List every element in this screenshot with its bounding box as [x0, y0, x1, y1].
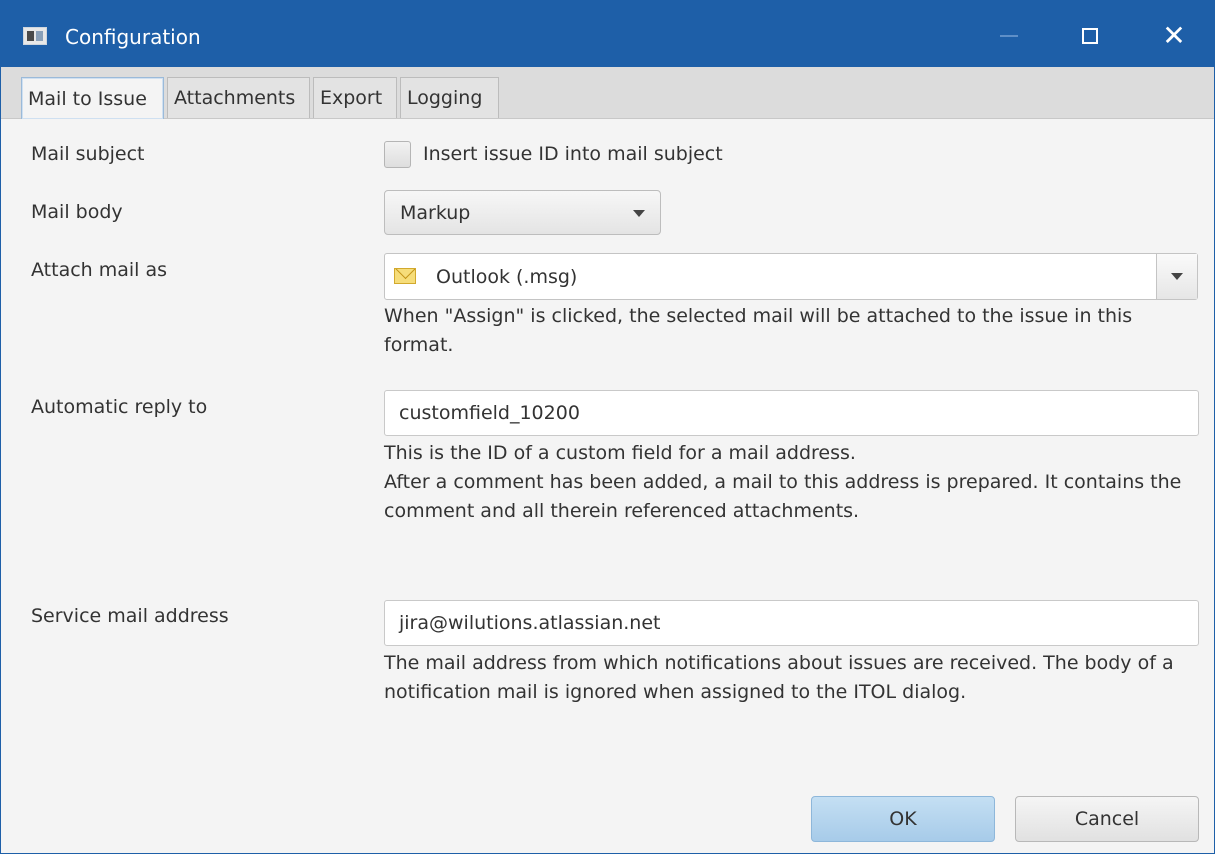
insert-issue-id-checkbox[interactable] [384, 141, 411, 168]
automatic-reply-to-hint-1: This is the ID of a custom field for a m… [384, 442, 856, 464]
automatic-reply-to-input[interactable]: customfield_10200 [384, 390, 1199, 436]
chevron-down-icon [633, 210, 645, 217]
tab-mail-to-issue[interactable]: Mail to Issue [21, 77, 164, 119]
minimize-button[interactable] [986, 19, 1032, 53]
service-mail-address-hint: The mail address from which notification… [384, 652, 1174, 703]
app-icon [23, 27, 47, 45]
service-mail-address-input[interactable]: jira@wilutions.atlassian.net [384, 600, 1199, 646]
tab-attachments[interactable]: Attachments [167, 77, 310, 118]
ok-button[interactable]: OK [811, 796, 995, 842]
chevron-down-icon [1171, 273, 1183, 280]
attach-mail-as-hint: When "Assign" is clicked, the selected m… [384, 305, 1133, 356]
window-title: Configuration [65, 25, 201, 49]
automatic-reply-to-hint-2: After a comment has been added, a mail t… [384, 471, 1182, 522]
tab-label: Attachments [174, 87, 296, 109]
mail-body-select[interactable]: Markup [384, 190, 661, 235]
tab-label: Logging [407, 87, 483, 109]
tab-label: Export [320, 87, 383, 109]
cancel-button[interactable]: Cancel [1015, 796, 1199, 842]
tab-export[interactable]: Export [313, 77, 397, 118]
cancel-button-label: Cancel [1074, 808, 1140, 830]
attach-mail-as-select[interactable]: Outlook (.msg) [384, 253, 1198, 300]
mail-body-label: Mail body [31, 201, 123, 223]
attach-mail-as-value: Outlook (.msg) [436, 266, 578, 288]
minimize-icon [1000, 35, 1018, 37]
title-bar[interactable]: Configuration ✕ [1, 1, 1214, 67]
tab-bar: Mail to Issue Attachments Export Logging [1, 67, 1214, 119]
attach-mail-as-dropdown-button[interactable] [1156, 254, 1197, 299]
automatic-reply-to-label: Automatic reply to [31, 396, 208, 418]
attach-mail-as-label: Attach mail as [31, 259, 168, 281]
tab-label: Mail to Issue [28, 87, 147, 110]
close-icon: ✕ [1162, 19, 1186, 52]
configuration-dialog: Configuration ✕ Mail to Issue Attachment… [0, 0, 1215, 854]
service-mail-address-value: jira@wilutions.atlassian.net [399, 612, 661, 634]
maximize-icon [1082, 28, 1098, 44]
maximize-button[interactable] [1067, 19, 1113, 53]
tab-logging[interactable]: Logging [400, 77, 499, 118]
insert-issue-id-label[interactable]: Insert issue ID into mail subject [423, 143, 723, 165]
mail-subject-label: Mail subject [31, 143, 145, 165]
service-mail-address-label: Service mail address [31, 605, 229, 627]
close-button[interactable]: ✕ [1151, 19, 1197, 53]
ok-button-label: OK [889, 808, 917, 830]
mail-body-value: Markup [400, 202, 471, 224]
mail-envelope-icon [394, 268, 416, 284]
automatic-reply-to-value: customfield_10200 [399, 402, 580, 424]
